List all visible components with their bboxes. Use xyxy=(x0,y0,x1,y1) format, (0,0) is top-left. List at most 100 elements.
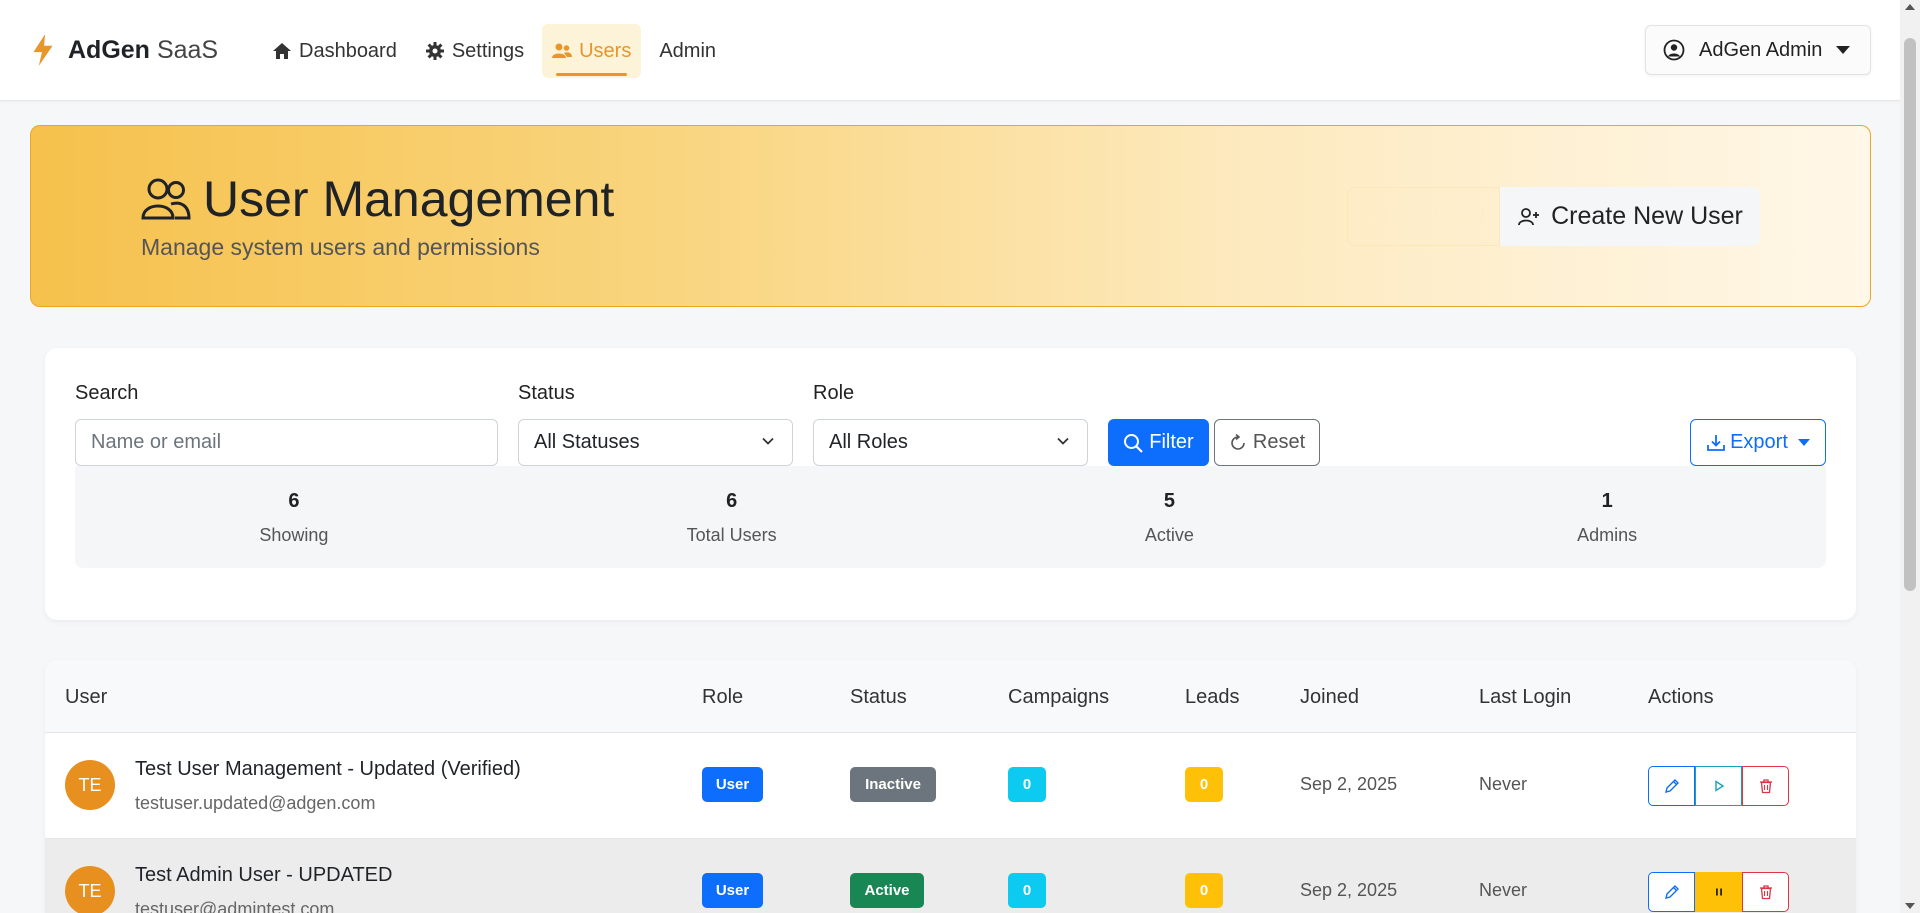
pencil-icon xyxy=(1664,885,1679,899)
role-badge: User xyxy=(702,873,763,908)
gear-icon xyxy=(425,42,444,60)
status-badge: Inactive xyxy=(850,767,936,802)
filter-button-label: Filter xyxy=(1149,431,1194,453)
activate-button[interactable] xyxy=(1695,766,1742,806)
stat-active: 5 Active xyxy=(951,466,1389,568)
col-leads[interactable]: Leads xyxy=(1185,686,1240,709)
trash-icon xyxy=(1759,885,1772,900)
stat-value: 6 xyxy=(726,490,738,512)
joined-date: Sep 2, 2025 xyxy=(1300,880,1398,900)
page-title-text: User Management xyxy=(203,171,615,227)
home-icon xyxy=(273,43,291,59)
delete-button[interactable] xyxy=(1742,872,1789,912)
avatar: TE xyxy=(65,866,115,913)
top-navbar: AdGen SaaS Dashboard Settings Users Admi… xyxy=(0,0,1900,101)
campaigns-badge: 0 xyxy=(1008,873,1046,908)
col-last-login[interactable]: Last Login xyxy=(1479,686,1571,709)
col-status[interactable]: Status xyxy=(850,686,907,709)
col-campaigns[interactable]: Campaigns xyxy=(1008,686,1109,709)
page-subtitle: Manage system users and permissions xyxy=(141,234,540,260)
col-joined[interactable]: Joined xyxy=(1300,686,1359,709)
leads-badge: 0 xyxy=(1185,767,1223,802)
stat-label: Showing xyxy=(259,525,329,545)
page-title: User Management xyxy=(141,170,614,228)
col-user[interactable]: User xyxy=(65,686,107,709)
stat-value: 6 xyxy=(288,490,300,512)
chevron-down-icon xyxy=(1057,437,1069,445)
download-icon xyxy=(1707,434,1725,451)
brand-name-bold: AdGen xyxy=(68,35,150,64)
col-role[interactable]: Role xyxy=(702,686,743,709)
page-scrollbar[interactable] xyxy=(1900,0,1920,913)
export-dropdown-button[interactable]: Export xyxy=(1690,419,1826,466)
brand-name-light: SaaS xyxy=(156,35,219,64)
status-label: Status xyxy=(518,382,575,404)
nav-settings-label: Settings xyxy=(451,39,525,62)
caret-down-icon xyxy=(1836,46,1851,54)
users-table: User Role Status Campaigns Leads Joined … xyxy=(45,660,1856,913)
table-row: TE Test User Management - Updated (Verif… xyxy=(45,733,1856,839)
trash-icon xyxy=(1759,779,1772,794)
search-icon xyxy=(1124,433,1144,453)
stat-value: 1 xyxy=(1601,490,1613,512)
joined-date: Sep 2, 2025 xyxy=(1300,774,1398,794)
users-icon xyxy=(552,43,573,58)
nav-dashboard[interactable]: Dashboard xyxy=(262,24,407,78)
role-select-value: All Roles xyxy=(829,431,908,453)
create-user-button[interactable]: Create New User xyxy=(1500,187,1760,246)
user-name[interactable]: Test Admin User - UPDATED xyxy=(135,864,392,887)
status-select[interactable]: All Statuses xyxy=(518,419,793,466)
campaigns-badge: 0 xyxy=(1008,767,1046,802)
nav-users[interactable]: Users xyxy=(542,24,642,78)
nav-admin[interactable]: Admin xyxy=(649,24,726,78)
avatar: TE xyxy=(65,760,115,810)
nav-settings[interactable]: Settings xyxy=(415,24,534,78)
edit-button[interactable] xyxy=(1648,766,1695,806)
user-email: testuser@admintest.com xyxy=(135,899,335,913)
play-icon xyxy=(1714,780,1724,792)
stat-value: 5 xyxy=(1163,490,1175,512)
stat-admins: 1 Admins xyxy=(1388,466,1826,568)
scroll-down-icon[interactable] xyxy=(1905,903,1915,909)
table-header: User Role Status Campaigns Leads Joined … xyxy=(45,660,1856,733)
bolt-icon xyxy=(33,34,53,66)
search-label: Search xyxy=(75,382,139,404)
users-outline-icon xyxy=(141,178,191,220)
page-header-banner: User Management Manage system users and … xyxy=(30,125,1871,307)
nav-dashboard-label: Dashboard xyxy=(299,39,397,62)
deactivate-button[interactable] xyxy=(1695,872,1742,912)
edit-button[interactable] xyxy=(1648,872,1695,912)
row-actions xyxy=(1648,766,1789,806)
brand-logo[interactable]: AdGen SaaS xyxy=(30,33,218,67)
search-input[interactable]: Name or email xyxy=(75,419,498,466)
table-row: TE Test Admin User - UPDATED testuser@ad… xyxy=(45,839,1856,913)
user-name[interactable]: Test User Management - Updated (Verified… xyxy=(135,758,521,781)
chevron-down-icon xyxy=(762,437,774,445)
create-user-label: Create New User xyxy=(1551,202,1743,230)
status-select-value: All Statuses xyxy=(534,431,640,453)
filter-button[interactable]: Filter xyxy=(1108,419,1209,466)
user-plus-icon xyxy=(1518,207,1540,225)
col-actions: Actions xyxy=(1648,686,1714,708)
caret-down-icon xyxy=(1797,439,1810,446)
leads-badge: 0 xyxy=(1185,873,1223,908)
scroll-thumb[interactable] xyxy=(1904,38,1916,591)
last-login: Never xyxy=(1479,880,1528,900)
back-to-dashboard-button[interactable]: ← Dashboard xyxy=(1347,187,1500,246)
scroll-up-icon[interactable] xyxy=(1905,4,1915,10)
nav-users-label: Users xyxy=(579,39,632,62)
role-select[interactable]: All Roles xyxy=(813,419,1088,466)
stat-showing: 6 Showing xyxy=(75,466,513,568)
filter-card: Search Name or email Status All Statuses… xyxy=(45,348,1856,620)
delete-button[interactable] xyxy=(1742,766,1789,806)
last-login: Never xyxy=(1479,774,1528,794)
main-nav: Dashboard Settings Users Admin xyxy=(262,24,734,78)
role-badge: User xyxy=(702,767,763,802)
pencil-icon xyxy=(1664,779,1679,793)
pause-icon xyxy=(1715,888,1722,896)
user-menu-dropdown[interactable]: AdGen Admin xyxy=(1645,25,1871,75)
stats-summary: 6 Showing 6 Total Users 5 Active 1 Admin… xyxy=(75,466,1826,568)
export-button-label: Export xyxy=(1730,431,1788,453)
reset-button[interactable]: Reset xyxy=(1214,419,1320,466)
stat-label: Total Users xyxy=(686,525,777,545)
